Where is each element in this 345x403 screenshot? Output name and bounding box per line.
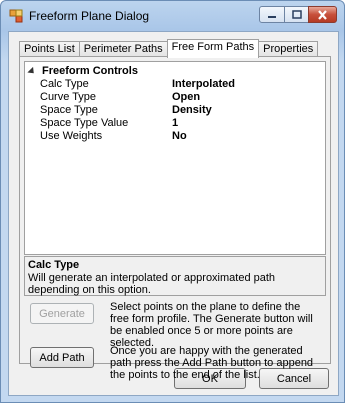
property-category[interactable]: Freeform Controls [27,65,138,77]
free-form-paths-page: Freeform Controls Calc Type Interpolated… [19,56,331,381]
window-title: Freeform Plane Dialog [29,9,150,23]
property-value[interactable]: Density [172,104,212,116]
dialog-window: Freeform Plane Dialog Points List Perime… [0,0,345,403]
tab-strip: Points List Perimeter Paths Free Form Pa… [19,39,319,58]
help-title: Calc Type [28,259,80,271]
property-value[interactable]: Interpolated [172,78,235,90]
minimize-button[interactable] [259,6,285,23]
property-row[interactable]: Curve Type Open [40,91,320,104]
add-path-description: Once you are happy with the generated pa… [110,345,314,381]
property-value[interactable]: 1 [172,117,178,129]
title-bar[interactable]: Freeform Plane Dialog [1,1,344,31]
close-button[interactable] [308,6,337,23]
collapse-icon[interactable] [27,66,37,76]
add-path-button[interactable]: Add Path [30,347,94,368]
maximize-button[interactable] [284,6,309,23]
property-category-label: Freeform Controls [42,65,138,77]
close-icon [318,9,327,20]
tab-properties[interactable]: Properties [258,41,319,57]
property-name: Space Type [40,104,98,116]
tab-points-list[interactable]: Points List [19,41,80,57]
property-name: Curve Type [40,91,97,103]
generate-description: Select points on the plane to define the… [110,301,313,349]
property-row[interactable]: Space Type Density [40,104,320,117]
property-name: Calc Type [40,78,89,90]
property-row[interactable]: Use Weights No [40,130,320,143]
property-value[interactable]: Open [172,91,200,103]
property-row[interactable]: Space Type Value 1 [40,117,320,130]
minimize-icon [268,15,276,18]
property-name: Space Type Value [40,117,129,129]
property-row[interactable]: Calc Type Interpolated [40,78,320,91]
property-grid[interactable]: Freeform Controls Calc Type Interpolated… [24,61,326,255]
tab-free-form-paths[interactable]: Free Form Paths [166,39,260,58]
property-value[interactable]: No [172,130,187,142]
app-icon [9,9,23,23]
property-help-panel: Calc Type Will generate an interpolated … [24,256,326,296]
dialog-client-area: Points List Perimeter Paths Free Form Pa… [8,31,339,396]
help-description: Will generate an interpolated or approxi… [28,272,276,296]
generate-button[interactable]: Generate [30,303,94,324]
tab-perimeter-paths[interactable]: Perimeter Paths [78,41,168,57]
maximize-icon [291,10,302,19]
property-name: Use Weights [40,130,103,142]
